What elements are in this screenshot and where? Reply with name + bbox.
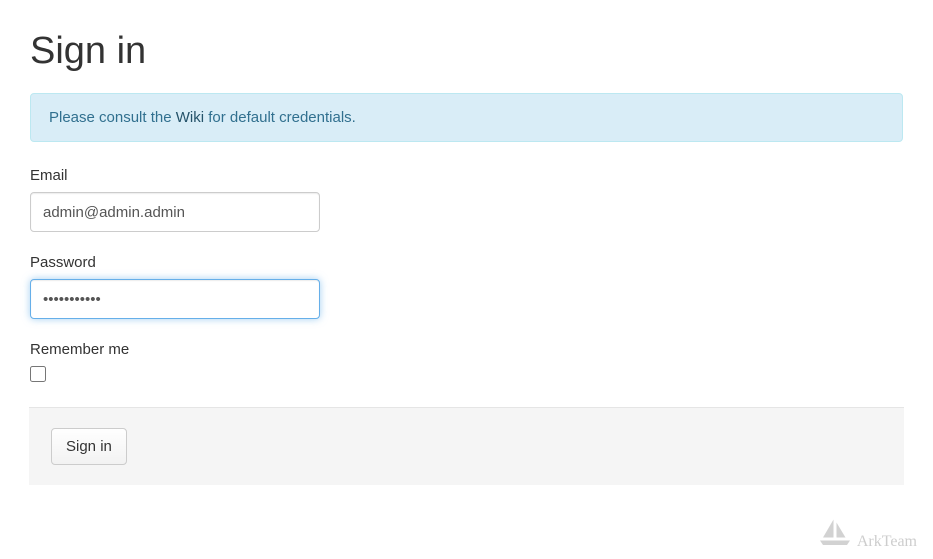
remember-checkbox[interactable] [30, 366, 46, 382]
password-field[interactable] [30, 279, 320, 319]
info-alert: Please consult the Wiki for default cred… [30, 93, 903, 142]
alert-suffix: for default credentials. [204, 109, 356, 126]
remember-group: Remember me [30, 341, 903, 385]
email-field[interactable] [30, 192, 320, 232]
remember-label: Remember me [30, 341, 903, 358]
watermark-text: ArkTeam [857, 533, 917, 551]
wiki-link[interactable]: Wiki [176, 109, 204, 126]
email-group: Email [30, 167, 903, 232]
sailboat-icon [817, 515, 853, 551]
page-title: Sign in [30, 30, 903, 73]
form-actions: Sign in [29, 407, 904, 485]
remember-checkbox-wrapper [30, 366, 903, 385]
signin-button[interactable]: Sign in [51, 428, 127, 465]
password-label: Password [30, 254, 903, 271]
password-group: Password [30, 254, 903, 319]
email-label: Email [30, 167, 903, 184]
watermark: ArkTeam [817, 515, 917, 551]
signin-container: Sign in Please consult the Wiki for defa… [0, 0, 933, 505]
alert-prefix: Please consult the [49, 109, 176, 126]
